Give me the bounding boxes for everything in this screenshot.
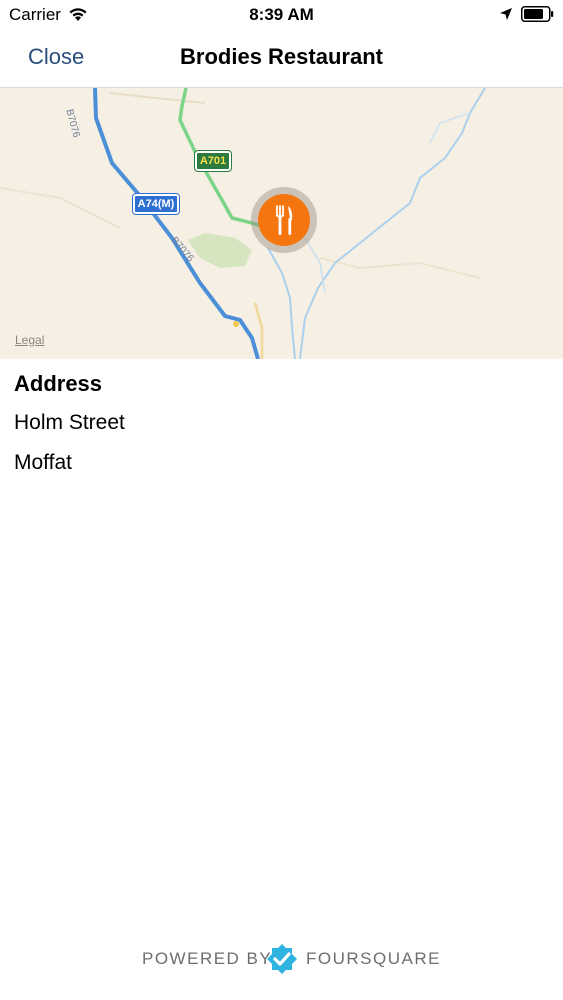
address-line-town: Moffat <box>14 451 72 474</box>
road-label-a701: A701 <box>194 150 232 172</box>
location-arrow-icon <box>500 8 512 20</box>
status-bar: Carrier 8:39 AM <box>0 0 563 30</box>
foursquare-brand-label: FOURSQUARE <box>306 949 441 968</box>
legal-link[interactable]: Legal <box>15 333 44 347</box>
road-label-a74m-text: A74(M) <box>137 198 175 210</box>
battery-icon <box>521 6 554 22</box>
road-label-a701-text: A701 <box>199 155 227 167</box>
address-heading: Address <box>14 371 103 396</box>
foursquare-logo-icon <box>267 944 297 974</box>
status-time: 8:39 AM <box>249 5 314 24</box>
pin-background <box>258 194 310 246</box>
page-title: Brodies Restaurant <box>180 44 383 69</box>
navigation-bar: Close Brodies Restaurant <box>0 30 563 88</box>
powered-by-footer: POWERED BY FOURSQUARE <box>0 943 563 977</box>
restaurant-map-pin[interactable] <box>251 187 317 253</box>
road-label-a74m: A74(M) <box>132 193 180 215</box>
address-line-street: Holm Street <box>14 411 125 434</box>
fork-knife-icon <box>276 205 293 235</box>
powered-by-label: POWERED BY <box>142 949 273 968</box>
map-view[interactable]: A701 A74(M) B7076 B7076 Legal <box>0 88 563 359</box>
